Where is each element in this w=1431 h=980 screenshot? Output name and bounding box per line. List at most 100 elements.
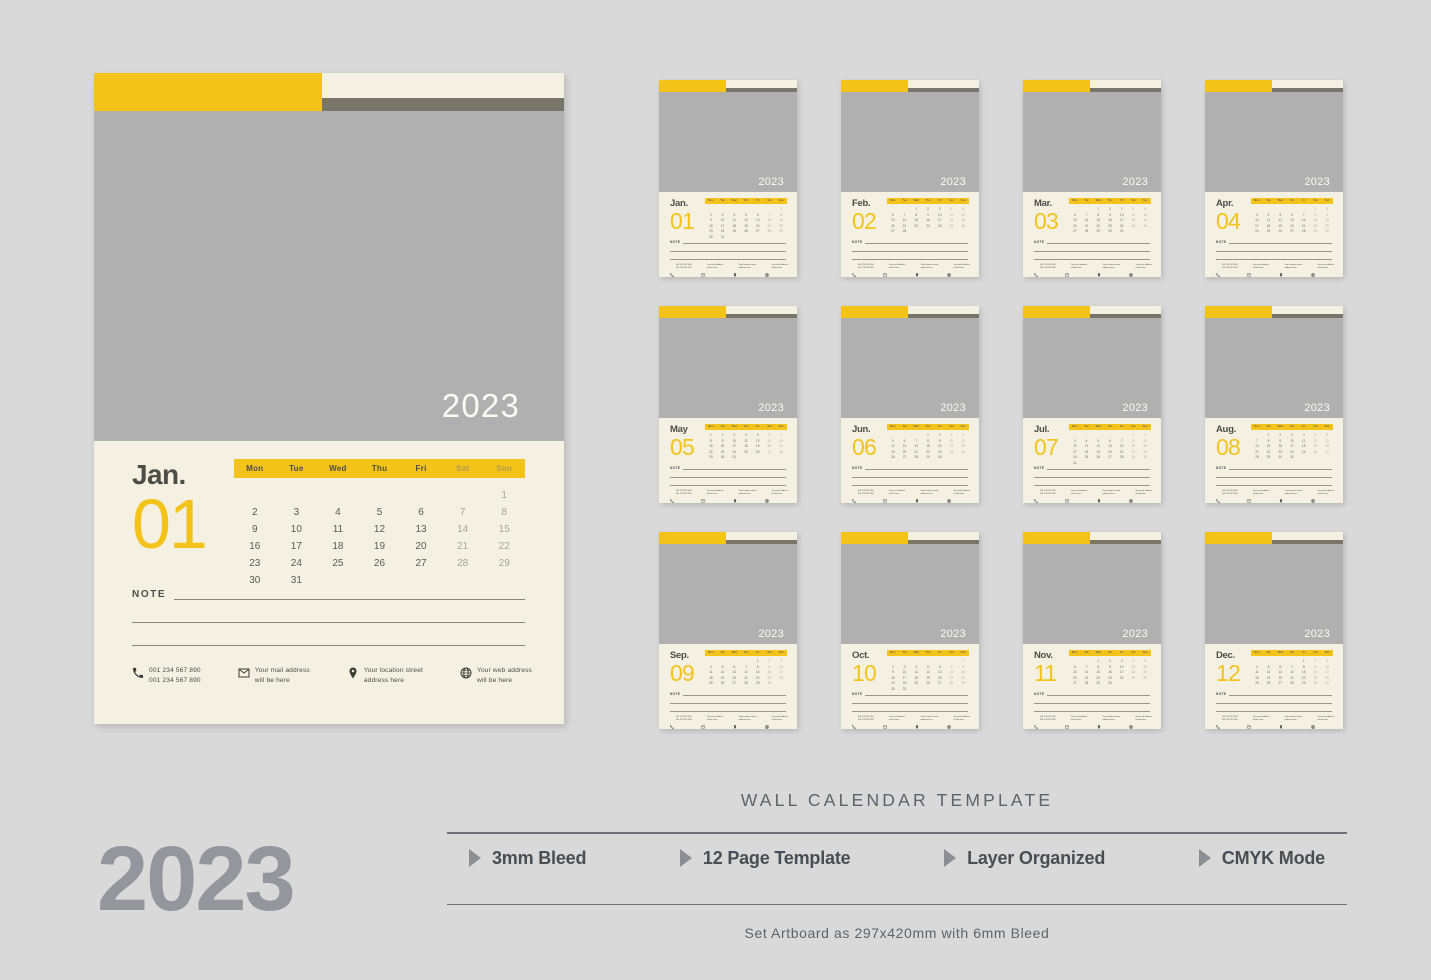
day-cell[interactable]: 24 [276, 556, 318, 572]
month-number: 01 [132, 485, 208, 563]
day-cell[interactable]: 8 [483, 505, 525, 521]
thumb-weekday-label: Wed [1277, 651, 1283, 654]
thumb-month-block: Jun. 06 [852, 425, 882, 459]
month-thumbnail-11[interactable]: 2023 Nov. 11 Mon Tue Wed Thu Fri Sat Sun 12345… [1023, 532, 1161, 729]
thumb-calendar-grid: Mon Tue Wed Thu Fri Sat Sun 1 2 3 4 5 6 7 8 9 10 11 12 13 1… [1069, 650, 1151, 692]
thumb-year-label: 2023 [1122, 402, 1148, 414]
day-cell[interactable]: 5 [359, 505, 401, 521]
thumb-weekday-label: Wed [731, 199, 737, 202]
month-thumbnail-05[interactable]: 2023 May 05 Mon Tue Wed Thu Fri Sat Sun 123456… [659, 306, 797, 503]
thumb-contact-item: 001 234 567 890 001 234 567 890 [1216, 716, 1238, 729]
day-cell-empty [317, 488, 359, 504]
thumb-note-first-row: NOTE [670, 240, 786, 244]
thumb-contact-item: Your mail address will be here [700, 264, 723, 277]
thumb-contact-text: Your location street address here [1102, 716, 1121, 722]
day-cell[interactable]: 31 [276, 573, 318, 589]
day-cell[interactable]: 9 [234, 522, 276, 538]
day-cell[interactable]: 13 [400, 522, 442, 538]
day-cell[interactable]: 25 [317, 556, 359, 572]
thumb-lower-section: Dec. 12 Mon Tue Wed Thu Fri Sat Sun 1234567891… [1205, 644, 1343, 729]
note-line-1[interactable] [174, 599, 525, 600]
thumb-note-first-row: NOTE [852, 240, 968, 244]
weekday-label-tue: Tue [289, 464, 304, 473]
location-pin-icon [347, 666, 359, 679]
thumb-note-label: NOTE [1216, 240, 1227, 244]
thumb-weekday-label: Fri [756, 425, 760, 428]
thumb-weekday-label: Mon [1254, 199, 1260, 202]
day-cell[interactable]: 18 [317, 539, 359, 555]
month-thumbnail-01[interactable]: 2023 Jan. 01 Mon Tue Wed Thu Fri Sat Sun 12345… [659, 80, 797, 277]
note-line-3[interactable] [132, 645, 525, 646]
day-cell[interactable]: 3 [276, 505, 318, 521]
footer-rule-bottom [447, 903, 1347, 906]
thumb-note-line-3 [1216, 259, 1332, 260]
month-thumbnail-10[interactable]: 2023 Oct. 10 Mon Tue Wed Thu Fri Sat Sun 12345… [841, 532, 979, 729]
day-cell[interactable]: 29 [483, 556, 525, 572]
thumb-contact-item: Your location street address here [915, 490, 938, 503]
thumb-contact-text: 001 234 567 890 001 234 567 890 [858, 490, 874, 496]
day-cell[interactable]: 6 [400, 505, 442, 521]
day-cell[interactable]: 12 [359, 522, 401, 538]
thumb-contact-text: Your web address will be here [771, 490, 788, 496]
note-line-2[interactable] [132, 622, 525, 623]
month-thumbnail-02[interactable]: 2023 Feb. 02 Mon Tue Wed Thu Fri Sat Sun 12345… [841, 80, 979, 277]
month-thumbnail-09[interactable]: 2023 Sep. 09 Mon Tue Wed Thu Fri Sat Sun 12345… [659, 532, 797, 729]
month-thumbnail-07[interactable]: 2023 Jul. 07 Mon Tue Wed Thu Fri Sat Sun 12345… [1023, 306, 1161, 503]
day-cell[interactable]: 17 [276, 539, 318, 555]
thumb-contact-text: Your location street address here [920, 264, 939, 270]
day-cell[interactable]: 26 [359, 556, 401, 572]
thumb-contact-row: 001 234 567 890 001 234 567 890 Your mail … [852, 490, 970, 503]
day-cell[interactable]: 21 [442, 539, 484, 555]
thumb-weekday-label: Thu [1107, 425, 1113, 428]
day-cell[interactable]: 1 [483, 488, 525, 504]
thumb-day-grid: 1 2 3 4 5 6 7 8 9 10 11 12 13 14 15 16 17 18 19 20 21 22 23 24 2… [705, 659, 787, 692]
thumb-weekday-label: Sun [778, 425, 784, 428]
mail-icon [1246, 264, 1251, 277]
day-cell[interactable]: 11 [317, 522, 359, 538]
day-cell[interactable]: 23 [234, 556, 276, 572]
day-cell[interactable]: 4 [317, 505, 359, 521]
day-cell[interactable]: 10 [276, 522, 318, 538]
thumb-weekday-label: Sun [960, 651, 966, 654]
thumb-weekday-label: Wed [731, 651, 737, 654]
thumb-weekday-label: Fri [1120, 651, 1124, 654]
month-thumbnail-03[interactable]: 2023 Mar. 03 Mon Tue Wed Thu Fri Sat Sun 12345… [1023, 80, 1161, 277]
month-thumbnail-08[interactable]: 2023 Aug. 08 Mon Tue Wed Thu Fri Sat Sun 12345… [1205, 306, 1343, 503]
thumb-note-area: NOTE [1034, 692, 1150, 712]
day-cell[interactable]: 7 [442, 505, 484, 521]
thumb-header-band [1205, 306, 1343, 318]
thumb-month-block: Feb. 02 [852, 199, 882, 233]
thumb-note-first-row: NOTE [1216, 240, 1332, 244]
day-cell[interactable]: 22 [483, 539, 525, 555]
day-cell[interactable]: 16 [234, 539, 276, 555]
triangle-right-icon [1198, 849, 1211, 868]
triangle-right-icon [679, 849, 692, 868]
day-cell[interactable]: 27 [400, 556, 442, 572]
day-cell[interactable]: 19 [359, 539, 401, 555]
day-cell-empty [317, 573, 359, 589]
thumb-contact-item: 001 234 567 890 001 234 567 890 [1034, 716, 1056, 729]
thumb-month-block: Aug. 08 [1216, 425, 1246, 459]
thumb-weekday-label: Sat [1313, 651, 1318, 654]
thumb-note-line-3 [852, 259, 968, 260]
thumb-month-block: Mar. 03 [1034, 199, 1064, 233]
day-cell[interactable]: 14 [442, 522, 484, 538]
thumb-contact-item: Your mail address will be here [882, 264, 905, 277]
month-thumbnail-06[interactable]: 2023 Jun. 06 Mon Tue Wed Thu Fri Sat Sun 12345… [841, 306, 979, 503]
mail-icon [700, 716, 705, 729]
thumb-weekday-label: Sat [949, 425, 954, 428]
thumb-note-label: NOTE [1034, 466, 1045, 470]
mail-icon [700, 264, 705, 277]
month-thumbnail-12[interactable]: 2023 Dec. 12 Mon Tue Wed Thu Fri Sat Sun 12345… [1205, 532, 1343, 729]
month-thumbnail-04[interactable]: 2023 Apr. 04 Mon Tue Wed Thu Fri Sat Sun 12345… [1205, 80, 1343, 277]
thumb-weekday-label: Thu [925, 651, 931, 654]
day-cell[interactable]: 20 [400, 539, 442, 555]
day-cell[interactable]: 28 [442, 556, 484, 572]
day-cell[interactable]: 15 [483, 522, 525, 538]
thumb-weekday-label: Sun [960, 199, 966, 202]
thumb-weekday-label: Thu [925, 199, 931, 202]
day-cell[interactable]: 30 [234, 573, 276, 589]
thumb-contact-item: 001 234 567 890 001 234 567 890 [852, 490, 874, 503]
day-cell[interactable]: 2 [234, 505, 276, 521]
thumb-year-label: 2023 [940, 628, 966, 640]
